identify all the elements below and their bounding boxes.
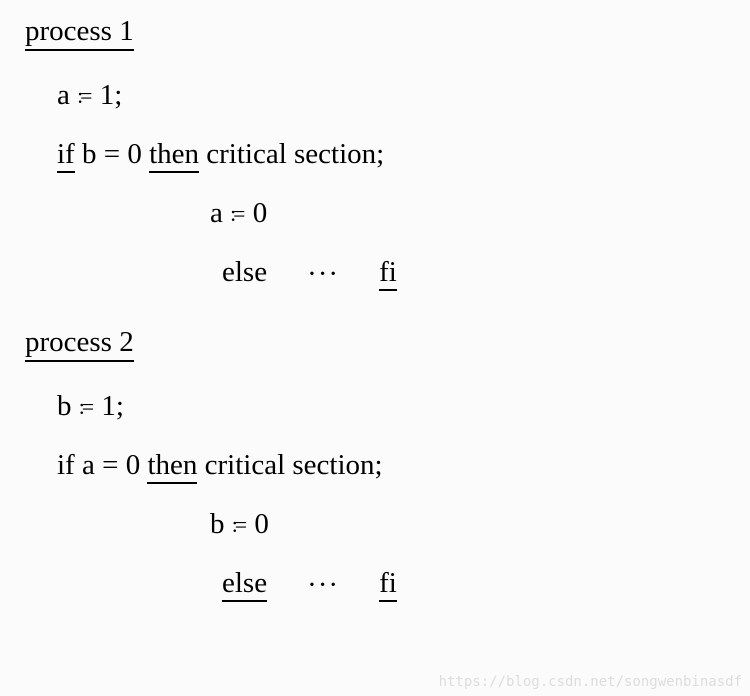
- process-2-line-4: else ··· fi: [57, 567, 730, 602]
- else-keyword: else: [222, 256, 267, 288]
- ellipsis: ···: [307, 569, 339, 601]
- process-2-line-1: b := 1;: [57, 390, 730, 423]
- watermark-text: https://blog.csdn.net/songwenbinasdf: [439, 674, 742, 690]
- var-b: b: [57, 390, 72, 422]
- process-1-line-1: a := 1;: [57, 79, 730, 112]
- process-2-heading: process 2: [25, 326, 730, 390]
- value-1: 1;: [101, 390, 124, 422]
- var-a: a: [57, 79, 70, 111]
- fi-keyword: fi: [379, 567, 397, 602]
- var-a: a: [210, 197, 223, 229]
- assign-op: :=: [79, 395, 91, 419]
- assign-op: :=: [232, 513, 244, 537]
- heading-text: process 1: [25, 15, 134, 51]
- process-1-line-4: else ··· fi: [57, 256, 730, 291]
- value-1: 1;: [100, 79, 123, 111]
- process-2-line-2: if a = 0 then critical section;: [57, 449, 730, 482]
- fi-keyword: fi: [379, 256, 397, 291]
- then-keyword: then: [147, 449, 197, 484]
- process-1-line-3: a := 0: [210, 197, 730, 230]
- critical-section-text: critical section;: [197, 449, 382, 481]
- condition: b = 0: [75, 138, 149, 170]
- process-1-heading: process 1: [25, 15, 730, 79]
- assign-op: :=: [77, 84, 89, 108]
- ellipsis: ···: [307, 258, 339, 290]
- process-2-block: process 2 b := 1; if a = 0 then critical…: [25, 326, 730, 602]
- process-1-line-2: if b = 0 then critical section;: [57, 138, 730, 171]
- process-1-block: process 1 a := 1; if b = 0 then critical…: [25, 15, 730, 291]
- else-keyword: else: [222, 567, 267, 602]
- if-keyword: if: [57, 138, 75, 173]
- process-2-line-3: b := 0: [210, 508, 730, 541]
- if-condition: if a = 0: [57, 449, 147, 481]
- value-0: 0: [254, 508, 269, 540]
- heading-text: process 2: [25, 326, 134, 362]
- var-b: b: [210, 508, 225, 540]
- assign-op: :=: [230, 202, 242, 226]
- value-0: 0: [253, 197, 268, 229]
- then-keyword: then: [149, 138, 199, 173]
- critical-section-text: critical section;: [199, 138, 384, 170]
